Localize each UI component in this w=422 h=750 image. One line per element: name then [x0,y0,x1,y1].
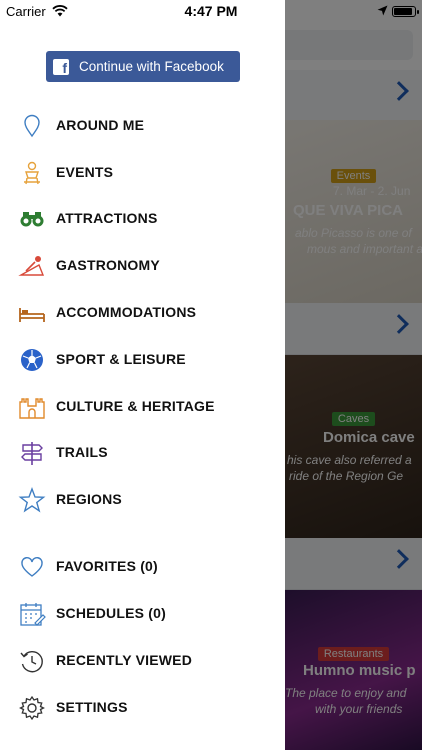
binoculars-icon [18,206,46,232]
menu-item-label: ACCOMMODATIONS [56,304,197,320]
gear-icon [18,695,46,721]
signpost-icon [18,440,46,466]
menu-item-label: TRAILS [56,444,108,460]
menu-item-settings[interactable]: SETTINGS [0,688,285,728]
menu-item-gastronomy[interactable]: GASTRONOMY [0,246,285,286]
menu-item-label: ATTRACTIONS [56,210,158,226]
battery-icon [392,6,419,17]
side-drawer: f Continue with Facebook AROUND ME EVENT… [0,0,285,750]
history-icon [18,648,46,674]
menu-item-sport-leisure[interactable]: SPORT & LEISURE [0,340,285,380]
menu-item-label: REGIONS [56,491,122,507]
menu-item-label: RECENTLY VIEWED [56,652,193,668]
menu-item-culture-heritage[interactable]: CULTURE & HERITAGE [0,387,285,427]
menu-item-label: EVENTS [56,164,114,180]
menu-item-label: CULTURE & HERITAGE [56,398,215,414]
calendar-icon [18,601,46,627]
gastronomy-icon [18,253,46,279]
menu-item-accommodations[interactable]: ACCOMMODATIONS [0,293,285,333]
menu-item-label: SPORT & LEISURE [56,351,186,367]
status-time: 4:47 PM [184,3,238,19]
heart-icon [18,554,46,580]
star-icon [18,487,46,513]
menu-item-label: SETTINGS [56,699,128,715]
location-pin-icon [18,113,46,139]
menu-item-label: AROUND ME [56,117,145,133]
facebook-login-button[interactable]: f Continue with Facebook [46,51,240,82]
menu-item-favorites[interactable]: FAVORITES (0) [0,547,285,587]
menu-item-label: SCHEDULES (0) [56,605,166,621]
menu-item-label: FAVORITES (0) [56,558,158,574]
menu-item-schedules[interactable]: SCHEDULES (0) [0,594,285,634]
bed-icon [18,300,46,326]
menu-item-label: GASTRONOMY [56,257,160,273]
facebook-button-label: Continue with Facebook [79,59,224,74]
menu-item-regions[interactable]: REGIONS [0,480,285,520]
menu-item-attractions[interactable]: ATTRACTIONS [0,199,285,239]
castle-icon [18,394,46,420]
menu-item-events[interactable]: EVENTS [0,153,285,193]
soccer-ball-icon [18,347,46,373]
location-arrow-icon [377,4,388,19]
events-icon [18,160,46,186]
status-bar: Carrier 4:47 PM [0,0,422,22]
menu-item-recently-viewed[interactable]: RECENTLY VIEWED [0,641,285,681]
menu-item-trails[interactable]: TRAILS [0,433,285,473]
menu-item-around-me[interactable]: AROUND ME [0,106,285,146]
facebook-icon: f [53,58,69,76]
